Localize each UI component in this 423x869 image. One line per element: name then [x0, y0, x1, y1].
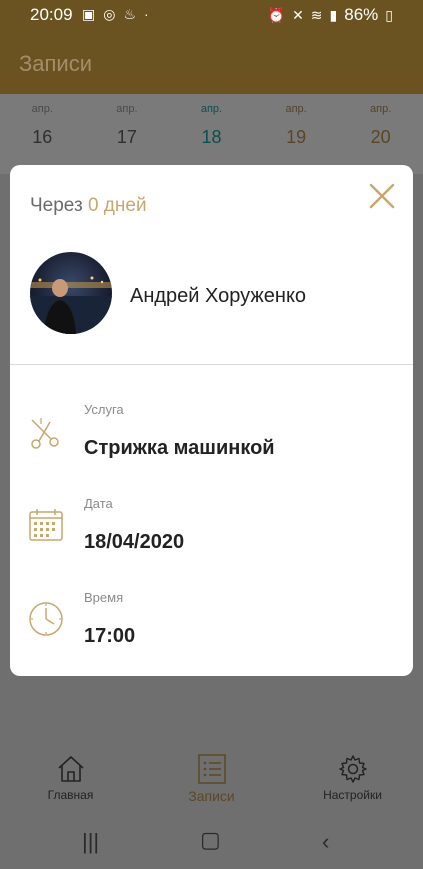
avatar: [30, 252, 112, 334]
date-label: Дата: [84, 496, 113, 511]
dialog-header: Через 0 дней: [30, 195, 147, 217]
date-day: 19: [286, 127, 307, 147]
date-day: 20: [370, 127, 391, 147]
dot-icon: ·: [144, 6, 149, 22]
status-time: 20:09: [30, 5, 73, 24]
service-label: Услуга: [84, 402, 124, 417]
system-nav: ||| ▢ ‹: [0, 815, 423, 869]
divider: [10, 364, 413, 365]
recent-apps-icon[interactable]: |||: [82, 829, 99, 855]
date-item[interactable]: апр. 16: [0, 94, 85, 174]
avatar-photo: [30, 252, 112, 334]
bottom-nav: Главная Записи Настройки: [0, 740, 423, 815]
battery-level: 86%: [344, 5, 379, 24]
battery-icon: ▯: [385, 6, 393, 23]
mute-icon: ✕: [292, 6, 304, 23]
date-item[interactable]: апр. 19: [254, 94, 339, 174]
date-item-selected[interactable]: апр. 18: [169, 94, 254, 174]
date-item[interactable]: апр. 20: [338, 94, 423, 174]
appointment-dialog: Через 0 дней Андрей Хоруженко Услуга Стр…: [10, 165, 413, 676]
date-day: 16: [32, 127, 53, 147]
home-icon: [57, 756, 84, 782]
signal-icon: ▮: [329, 6, 338, 23]
image-icon: ▣: [82, 6, 96, 22]
back-icon[interactable]: ‹: [322, 829, 329, 855]
instagram-icon: ◎: [103, 6, 116, 22]
gear-icon: [338, 755, 367, 783]
nav-records[interactable]: Записи: [141, 740, 282, 815]
header-prefix: Через: [30, 195, 83, 216]
date-month: апр.: [200, 103, 223, 115]
home-button-icon[interactable]: ▢: [200, 827, 221, 853]
alarm-icon: ⏰: [267, 6, 286, 23]
nav-settings[interactable]: Настройки: [282, 740, 423, 815]
date-day: 18: [201, 127, 222, 147]
list-icon: [197, 754, 226, 784]
nav-records-label: Записи: [188, 788, 235, 804]
notification-icon: ♨: [123, 6, 137, 22]
date-month: апр.: [31, 103, 53, 115]
nav-home-label: Главная: [47, 788, 94, 802]
date-strip: апр. 16 апр. 17 апр. 18 апр. 19 апр. 20: [0, 94, 423, 174]
time-label: Время: [84, 590, 124, 605]
wifi-icon: ≋: [310, 6, 323, 23]
header-days: 0 дней: [87, 195, 147, 216]
date-month: апр.: [285, 103, 307, 115]
date-value: 18/04/2020: [84, 531, 185, 553]
date-month: апр.: [370, 103, 392, 115]
nav-home[interactable]: Главная: [0, 740, 141, 815]
client-name: Андрей Хоруженко: [130, 285, 307, 307]
nav-settings-label: Настройки: [323, 788, 382, 802]
calendar-icon: [29, 509, 63, 541]
close-icon[interactable]: [367, 181, 397, 211]
app-bar: Записи: [0, 30, 423, 94]
clock-icon: [29, 602, 63, 636]
date-item[interactable]: апр. 17: [85, 94, 170, 174]
date-month: апр.: [116, 103, 138, 115]
status-bar: 20:09 ▣ ◎ ♨ · ⏰ ✕ ≋ ▮ 86% ▯: [0, 0, 423, 30]
date-day: 17: [116, 127, 137, 147]
scissors-icon: [31, 418, 59, 449]
time-value: 17:00: [84, 625, 136, 647]
app-bar-title: Записи: [19, 51, 93, 76]
service-value: Стрижка машинкой: [84, 437, 275, 459]
